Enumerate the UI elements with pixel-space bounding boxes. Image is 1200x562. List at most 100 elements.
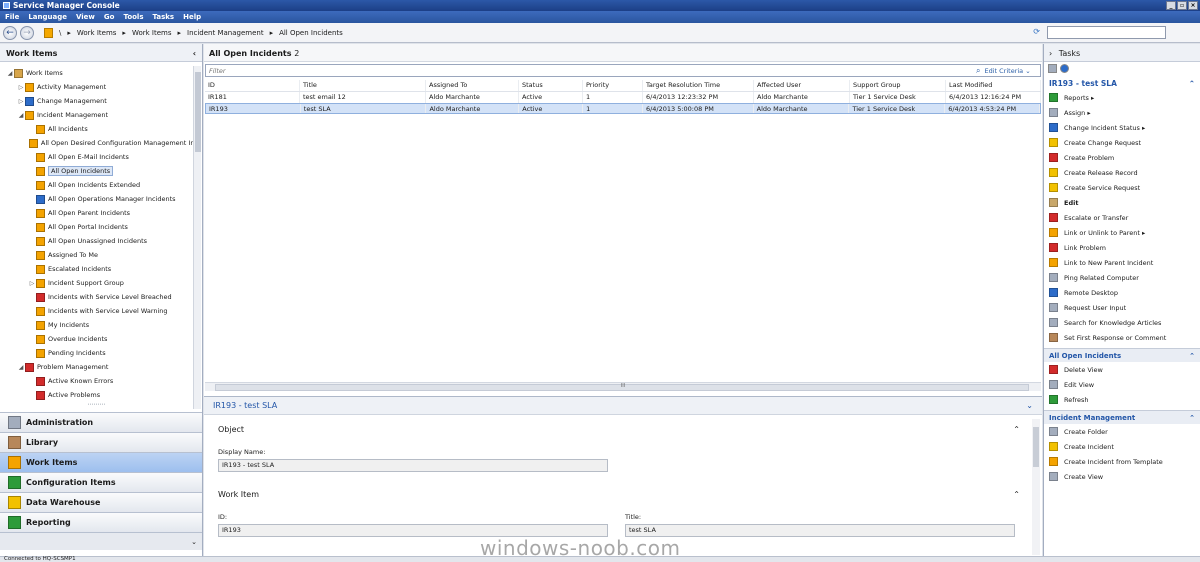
tree-item[interactable]: ◢ Work Items xyxy=(0,66,193,80)
title-field[interactable]: test SLA xyxy=(625,524,1015,537)
expand-tasks-icon[interactable]: › xyxy=(1049,49,1052,58)
tree-scrollbar[interactable] xyxy=(193,66,201,409)
task-create-change-request[interactable]: Create Change Request xyxy=(1044,135,1200,150)
breadcrumb-item[interactable]: All Open Incidents xyxy=(279,29,343,37)
tree-expander-icon[interactable]: ◢ xyxy=(17,112,25,119)
maximize-button[interactable]: ▫ xyxy=(1177,1,1187,10)
task-edit[interactable]: Edit xyxy=(1044,195,1200,210)
edit-criteria-button[interactable]: Edit Criteria ⌄ xyxy=(984,67,1030,75)
task-create-incident[interactable]: Create Incident xyxy=(1044,439,1200,454)
task-link-to-new-parent-incident[interactable]: Link to New Parent Incident xyxy=(1044,255,1200,270)
task-edit-view[interactable]: Edit View xyxy=(1044,377,1200,392)
column-header[interactable]: Status xyxy=(519,80,583,91)
tree-item[interactable]: Active Problems xyxy=(0,388,193,402)
breadcrumb-item[interactable]: Work Items xyxy=(77,29,117,37)
tree-item[interactable]: All Open Portal Incidents xyxy=(0,220,193,234)
collapse-section-icon[interactable]: ⌃ xyxy=(1013,425,1020,434)
menu-help[interactable]: Help xyxy=(183,13,201,21)
task-set-first-response-or-comment[interactable]: Set First Response or Comment xyxy=(1044,330,1200,345)
task-link-or-unlink-to-parent[interactable]: Link or Unlink to Parent ▸ xyxy=(1044,225,1200,240)
tree-item[interactable]: All Incidents xyxy=(0,122,193,136)
collapse-section-icon[interactable]: ⌃ xyxy=(1189,79,1195,88)
task-request-user-input[interactable]: Request User Input xyxy=(1044,300,1200,315)
tree-item[interactable]: ▷ Incident Support Group xyxy=(0,276,193,290)
tree-item[interactable]: My Incidents xyxy=(0,318,193,332)
tree-item[interactable]: All Open Incidents Extended xyxy=(0,178,193,192)
close-button[interactable]: × xyxy=(1188,1,1198,10)
help-icon[interactable] xyxy=(1060,64,1069,73)
wunderbar-administration[interactable]: Administration xyxy=(0,412,202,432)
tree-item[interactable]: Overdue Incidents xyxy=(0,332,193,346)
tree-expander-icon[interactable]: ◢ xyxy=(17,364,25,371)
tree-item[interactable]: Incidents with Service Level Breached xyxy=(0,290,193,304)
task-link-problem[interactable]: Link Problem xyxy=(1044,240,1200,255)
task-refresh[interactable]: Refresh xyxy=(1044,392,1200,407)
task-remote-desktop[interactable]: Remote Desktop xyxy=(1044,285,1200,300)
refresh-icon[interactable]: ⟳ xyxy=(1033,27,1040,36)
breadcrumb-item[interactable]: Work Items xyxy=(132,29,172,37)
tree-expander-icon[interactable]: ▷ xyxy=(28,280,36,287)
breadcrumb-arrow-icon[interactable]: ▸ xyxy=(67,29,71,37)
tree-item[interactable]: All Open Operations Manager Incidents xyxy=(0,192,193,206)
tree-item[interactable]: ◢ Incident Management xyxy=(0,108,193,122)
menu-file[interactable]: File xyxy=(5,13,19,21)
task-section-header[interactable]: IR193 - test SLA ⌃ xyxy=(1044,76,1200,90)
task-create-incident-from-template[interactable]: Create Incident from Template xyxy=(1044,454,1200,469)
back-button[interactable]: ← xyxy=(3,25,17,40)
tree-expander-icon[interactable]: ▷ xyxy=(17,84,25,91)
task-delete-view[interactable]: Delete View xyxy=(1044,362,1200,377)
breadcrumb-arrow-icon[interactable]: ▸ xyxy=(270,29,274,37)
tree-item[interactable]: All Open Incidents xyxy=(0,164,193,178)
column-header[interactable]: Priority xyxy=(583,80,643,91)
wunderbar-work-items[interactable]: Work Items xyxy=(0,452,202,472)
task-search-for-knowledge-articles[interactable]: Search for Knowledge Articles xyxy=(1044,315,1200,330)
task-tab-icon[interactable] xyxy=(1048,64,1057,73)
tree-expander-icon[interactable]: ◢ xyxy=(6,70,14,77)
tree-item[interactable]: All Open Unassigned Incidents xyxy=(0,234,193,248)
collapse-section-icon[interactable]: ⌃ xyxy=(1189,352,1195,360)
column-header[interactable]: Assigned To xyxy=(426,80,519,91)
collapse-section-icon[interactable]: ⌃ xyxy=(1013,490,1020,499)
collapse-pane-icon[interactable]: ‹ xyxy=(193,49,196,58)
task-assign[interactable]: Assign ▸ xyxy=(1044,105,1200,120)
tree-item[interactable]: Assigned To Me xyxy=(0,248,193,262)
object-section-header[interactable]: Object ⌃ xyxy=(204,425,1042,434)
table-row[interactable]: IR181 test email 12 Aldo Marchante Active 1 6… xyxy=(205,92,1041,103)
details-scrollbar[interactable] xyxy=(1032,419,1040,555)
tree-item[interactable]: All Open Desired Configuration Managemen… xyxy=(0,136,193,150)
column-header[interactable]: Target Resolution Time xyxy=(643,80,754,91)
task-reports[interactable]: Reports ▸ xyxy=(1044,90,1200,105)
column-header[interactable]: ID xyxy=(205,80,300,91)
tree-item[interactable]: ▷ Activity Management xyxy=(0,80,193,94)
breadcrumb-arrow-icon[interactable]: ▸ xyxy=(177,29,181,37)
column-header[interactable]: Support Group xyxy=(850,80,946,91)
tree-item[interactable]: All Open E-Mail Incidents xyxy=(0,150,193,164)
tree-item[interactable]: Incidents with Service Level Warning xyxy=(0,304,193,318)
wunderbar-options-icon[interactable]: ⌄ xyxy=(0,532,202,550)
wunderbar-data-warehouse[interactable]: Data Warehouse xyxy=(0,492,202,512)
tree-item[interactable]: ◢ Problem Management xyxy=(0,360,193,374)
tree-item[interactable]: Escalated Incidents xyxy=(0,262,193,276)
menu-go[interactable]: Go xyxy=(104,13,115,21)
wunderbar-configuration-items[interactable]: Configuration Items xyxy=(0,472,202,492)
wunderbar-reporting[interactable]: Reporting xyxy=(0,512,202,532)
table-row[interactable]: IR193 test SLA Aldo Marchante Active 1 6/4/20… xyxy=(205,103,1041,114)
work-item-section-header[interactable]: Work Item ⌃ xyxy=(204,490,1042,499)
task-create-folder[interactable]: Create Folder xyxy=(1044,424,1200,439)
task-create-problem[interactable]: Create Problem xyxy=(1044,150,1200,165)
breadcrumb-item[interactable]: Incident Management xyxy=(187,29,264,37)
column-header[interactable]: Affected User xyxy=(754,80,850,91)
task-ping-related-computer[interactable]: Ping Related Computer xyxy=(1044,270,1200,285)
collapse-section-icon[interactable]: ⌃ xyxy=(1189,414,1195,422)
task-section-header[interactable]: Incident Management ⌃ xyxy=(1044,410,1200,424)
tree-item[interactable]: ▷ Change Management xyxy=(0,94,193,108)
filter-input[interactable] xyxy=(206,66,976,75)
tree-expander-icon[interactable]: ▷ xyxy=(17,98,25,105)
display-name-field[interactable]: IR193 - test SLA xyxy=(218,459,608,472)
task-section-header[interactable]: All Open Incidents ⌃ xyxy=(1044,348,1200,362)
global-search-input[interactable] xyxy=(1047,26,1166,39)
tree-item[interactable]: All Open Parent Incidents xyxy=(0,206,193,220)
tree-item[interactable]: Pending Incidents xyxy=(0,346,193,360)
column-header[interactable]: Title xyxy=(300,80,426,91)
search-icon[interactable]: ⌕ xyxy=(976,66,980,76)
